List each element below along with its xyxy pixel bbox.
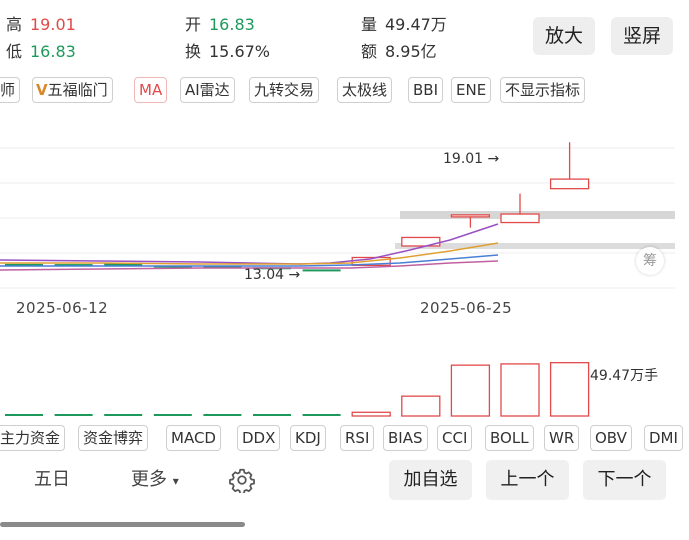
settings-gear-icon[interactable] <box>229 467 255 493</box>
min-price-value: 13.04 <box>244 267 285 283</box>
chip-obv[interactable]: OBV <box>590 425 632 451</box>
chip-distribution-button[interactable]: 筹 <box>636 247 664 275</box>
date-tick-start: 2025-06-12 <box>16 299 109 317</box>
volume-bar <box>5 414 43 416</box>
caret-down-icon: ▾ <box>172 474 179 488</box>
ma-lines <box>0 223 499 271</box>
chip-boll[interactable]: BOLL <box>485 425 534 451</box>
volume-bar <box>401 395 441 417</box>
volume-bar <box>54 414 93 416</box>
add-watchlist-button[interactable]: 加自选 <box>389 460 472 500</box>
candle <box>500 213 540 224</box>
chip-dmi[interactable]: DMI <box>644 425 683 451</box>
horizontal-scrollbar[interactable] <box>0 522 245 527</box>
candle <box>302 269 341 272</box>
max-price-value: 19.01 <box>443 151 484 167</box>
chip-wr[interactable]: WR <box>544 425 580 451</box>
chip-fund-game[interactable]: 资金博弈 <box>78 425 149 451</box>
chip-cci[interactable]: CCI <box>437 425 473 451</box>
previous-stock-button[interactable]: 上一个 <box>486 460 569 500</box>
volume-bar <box>203 414 242 416</box>
min-arrow-icon: → <box>288 267 301 283</box>
next-stock-button[interactable]: 下一个 <box>583 460 666 500</box>
volume-bar <box>302 414 341 416</box>
volume-bar <box>450 364 491 417</box>
volume-bar <box>104 414 143 416</box>
chip-rsi[interactable]: RSI <box>340 425 375 451</box>
more-label: 更多 <box>131 469 167 490</box>
more-menu[interactable]: 更多 ▾ <box>131 469 179 492</box>
volume-bar <box>253 414 291 416</box>
volume-chart[interactable] <box>0 350 689 420</box>
volume-bars-group <box>5 362 590 417</box>
candle <box>450 214 491 218</box>
chip-bias[interactable]: BIAS <box>383 425 428 451</box>
volume-bar <box>351 411 391 417</box>
min-price-annotation: 13.04 → <box>244 267 300 283</box>
chip-main-funds[interactable]: 主力资金 <box>0 425 66 451</box>
volume-bar <box>549 362 590 417</box>
candle <box>549 178 590 190</box>
candles-group <box>5 142 590 272</box>
volume-bar <box>500 363 540 417</box>
five-day-tab[interactable]: 五日 <box>34 469 70 491</box>
chip-ddx[interactable]: DDX <box>237 425 281 451</box>
volume-current-label: 49.47万手 <box>590 368 659 384</box>
max-arrow-icon: → <box>487 151 500 167</box>
chip-kdj[interactable]: KDJ <box>290 425 326 451</box>
chip-macd[interactable]: MACD <box>166 425 221 451</box>
volume-bar <box>153 414 192 416</box>
date-tick-end: 2025-06-25 <box>420 299 513 317</box>
max-price-annotation: 19.01 → <box>443 151 499 167</box>
